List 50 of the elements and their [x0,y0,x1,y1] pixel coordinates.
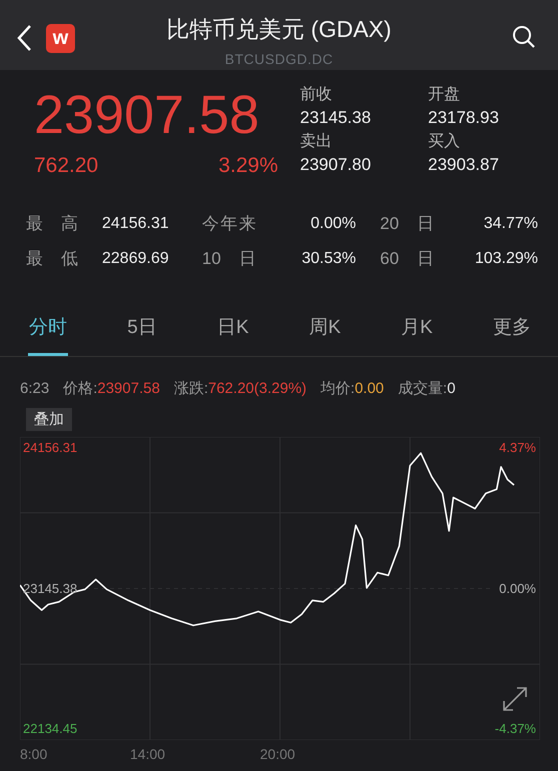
percent-axis-label: 4.37% [499,440,536,456]
overlay-button[interactable]: 叠加 [26,408,72,431]
info-item: 价格:23907.58 [63,379,160,398]
price-axis-label: 22134.45 [23,720,78,737]
stat-label: 20 日 [380,213,434,235]
change-percent: 3.29% [218,154,278,178]
quote-value: 23907.80 [300,155,372,175]
period-tab[interactable]: 更多 [492,314,532,356]
stat-value: 30.53% [300,250,356,268]
period-tab[interactable]: 分时 [28,314,68,356]
quote-label: 买入 [428,132,461,152]
time-axis-label: 20:00 [260,746,296,762]
period-tab[interactable]: 日K [216,314,250,356]
info-item: 涨跌:762.20(3.29%) [174,379,307,398]
stat-label: 最 低 [26,248,78,270]
period-tab[interactable]: 5日 [126,314,158,356]
time-axis-label: 14:00 [130,746,166,762]
stat-label: 最 高 [26,213,78,235]
stat-value: 34.77% [482,214,538,232]
percent-axis-label: -4.37% [494,720,536,737]
stat-value: 24156.31 [102,214,170,232]
stat-value: 0.00% [310,214,356,232]
window-title: 比特币兑美元 (GDAX) [166,15,392,44]
info-item: 成交量:0 [398,379,456,398]
stat-value: 22869.69 [102,250,170,268]
quote-value: 23178.93 [428,108,500,128]
expand-icon[interactable] [502,686,528,712]
quote-value: 23145.38 [300,108,372,128]
info-item: 均价:0.00 [320,379,384,398]
last-price: 23907.58 [34,84,260,146]
percent-axis-label: 0.00% [499,580,536,596]
price-axis-label: 23145.38 [23,580,78,596]
time-label: 6:23 [20,380,50,397]
period-tab[interactable]: 周K [308,314,342,356]
quote-value: 23903.87 [428,155,500,175]
stat-value: 103.29% [474,250,538,268]
stat-label: 10 日 [202,248,256,270]
quote-label: 开盘 [428,85,461,105]
time-axis-label: 8:00 [20,746,48,762]
quote-label: 卖出 [300,132,333,152]
search-icon[interactable] [512,25,536,49]
period-tab[interactable]: 月K [400,314,434,356]
app-logo: w [46,24,75,53]
price-change: 762.20 [34,154,98,178]
quote-label: 前收 [300,85,333,105]
price-axis-label: 24156.31 [23,440,78,456]
stat-label: 60 日 [380,248,434,270]
back-icon[interactable] [16,24,32,52]
stat-label: 今年来 [202,213,256,235]
symbol-code: BTCUSDGD.DC [224,51,334,67]
